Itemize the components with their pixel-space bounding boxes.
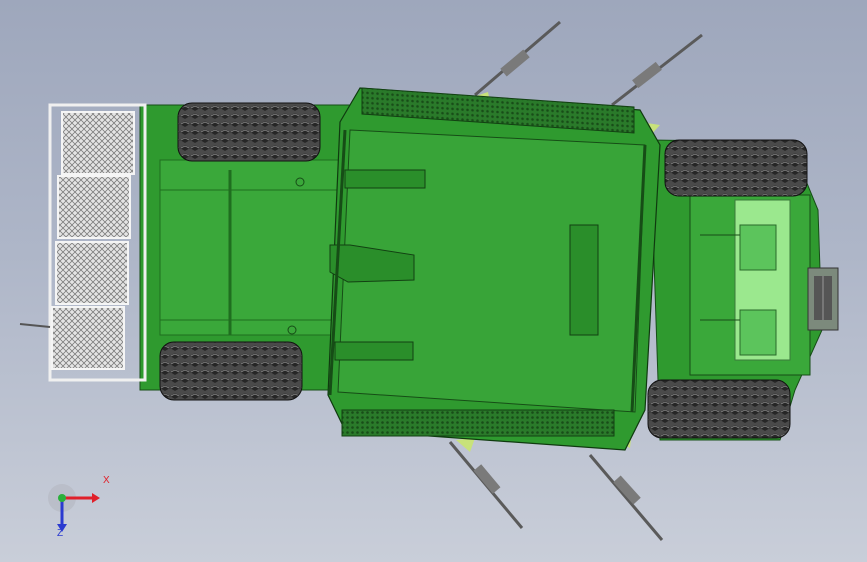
front-left-wheel[interactable] <box>664 139 808 197</box>
coordinate-triad: X Z <box>40 475 120 548</box>
front-right-wheel[interactable] <box>647 379 791 439</box>
rear-left-wheel[interactable] <box>177 102 321 162</box>
axis-arrows-icon <box>48 484 100 532</box>
gun-mount-top-left[interactable] <box>470 20 561 102</box>
rear-right-wheel[interactable] <box>159 341 303 401</box>
armored-vehicle-model[interactable] <box>0 0 867 562</box>
gun-mount-bottom-left[interactable] <box>448 438 524 529</box>
x-axis-label: X <box>103 475 110 486</box>
cabin-body[interactable] <box>327 87 661 451</box>
rear-cargo-rack[interactable] <box>19 103 147 382</box>
front-winch[interactable] <box>807 267 839 331</box>
model-viewport[interactable]: X Z <box>0 0 867 562</box>
z-axis-label: Z <box>57 528 64 539</box>
